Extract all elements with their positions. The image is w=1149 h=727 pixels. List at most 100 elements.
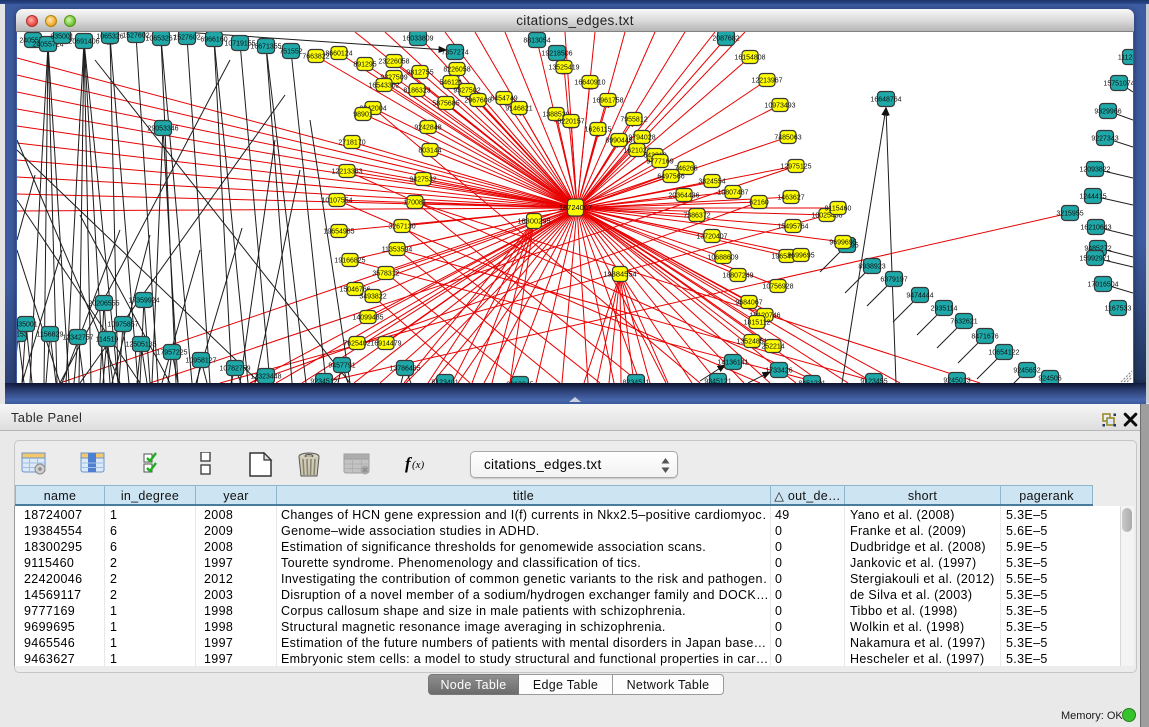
svg-text:9699695: 9699695: [829, 239, 856, 246]
svg-text:6497566: 6497566: [657, 173, 684, 180]
svg-text:10654122: 10654122: [988, 349, 1019, 356]
svg-text:8186323: 8186323: [403, 87, 430, 94]
svg-text:9227343: 9227343: [1091, 135, 1118, 142]
svg-text:9457791: 9457791: [328, 362, 355, 369]
svg-text:3267130: 3267130: [388, 223, 415, 230]
svg-text:18807249: 18807249: [722, 272, 753, 279]
svg-text:13720407: 13720407: [696, 233, 727, 240]
svg-text:2087682: 2087682: [712, 35, 739, 42]
svg-text:16648764: 16648764: [870, 96, 901, 103]
svg-text:9329966: 9329966: [1094, 108, 1121, 115]
svg-text:3824554: 3824554: [698, 178, 725, 185]
svg-text:10958127: 10958127: [185, 357, 216, 364]
svg-text:1244415: 1244415: [1079, 193, 1106, 200]
svg-text:9345121: 9345121: [704, 378, 731, 383]
svg-text:1815112: 1815112: [744, 319, 771, 326]
svg-text:8123401: 8123401: [431, 379, 458, 383]
svg-text:7955812: 7955812: [620, 116, 647, 123]
svg-text:1065326: 1065326: [96, 33, 123, 40]
svg-text:19654985: 19654985: [323, 228, 354, 235]
svg-text:1733426: 1733426: [765, 367, 792, 374]
svg-text:17016504: 17016504: [1087, 281, 1118, 288]
svg-text:15495764: 15495764: [777, 223, 808, 230]
svg-text:114519: 114519: [96, 336, 119, 343]
svg-text:12505135: 12505135: [125, 341, 156, 348]
svg-text:9245652: 9245652: [1013, 367, 1040, 374]
svg-text:19166825: 19166825: [334, 257, 365, 264]
svg-text:9115460: 9115460: [825, 205, 852, 212]
svg-text:16914479: 16914479: [370, 340, 401, 347]
svg-text:19384554: 19384554: [603, 269, 636, 278]
svg-text:7485063: 7485063: [774, 134, 801, 141]
svg-text:12323448: 12323448: [250, 373, 281, 380]
svg-text:20691406: 20691406: [68, 38, 99, 45]
svg-text:16671355: 16671355: [250, 43, 281, 50]
svg-text:8234511: 8234511: [623, 379, 650, 383]
svg-text:17957225: 17957225: [156, 349, 187, 356]
svg-text:7386372: 7386372: [683, 212, 710, 219]
svg-text:10975857: 10975857: [107, 321, 138, 328]
svg-text:10807487: 10807487: [717, 189, 748, 196]
svg-text:98901: 98901: [353, 111, 373, 118]
svg-text:15992971: 15992971: [1079, 255, 1110, 262]
svg-text:2935114: 2935114: [931, 305, 958, 312]
svg-text:2718170: 2718170: [338, 139, 365, 146]
svg-text:3578312: 3578312: [372, 270, 399, 277]
svg-text:10973493: 10973493: [764, 102, 795, 109]
svg-text:8220157: 8220157: [557, 118, 584, 125]
svg-text:3493822: 3493822: [359, 293, 386, 300]
svg-text:9245013: 9245013: [943, 377, 970, 383]
svg-text:1112841: 1112841: [1118, 54, 1133, 61]
svg-text:18724007: 18724007: [559, 203, 592, 212]
svg-text:16033809: 16033809: [402, 35, 433, 42]
svg-text:9794028: 9794028: [628, 134, 655, 141]
svg-text:12093822: 12093822: [1079, 166, 1110, 173]
svg-text:8938923: 8938923: [858, 263, 885, 270]
svg-text:12213383: 12213383: [331, 168, 362, 175]
svg-text:11353594: 11353594: [382, 246, 413, 253]
svg-text:18300295: 18300295: [517, 216, 550, 225]
svg-text:9242848: 9242848: [414, 124, 441, 131]
svg-text:9699695: 9699695: [787, 252, 814, 259]
svg-text:29053346: 29053346: [147, 125, 178, 132]
svg-text:1156829: 1156829: [37, 331, 64, 338]
svg-text:10756928: 10756928: [762, 283, 793, 290]
svg-text:39153: 39153: [17, 331, 28, 338]
svg-text:9123455: 9123455: [860, 378, 887, 383]
svg-text:5875685: 5875685: [432, 100, 459, 107]
svg-text:14099485: 14099485: [352, 314, 383, 321]
svg-text:8451231: 8451231: [798, 380, 825, 383]
svg-text:14136141: 14136141: [717, 359, 748, 366]
svg-text:20206555: 20206555: [88, 300, 119, 307]
svg-text:891295: 891295: [353, 61, 376, 68]
svg-text:803144: 803144: [418, 147, 441, 154]
svg-text:9812755: 9812755: [406, 69, 433, 76]
svg-text:8471676: 8471676: [971, 333, 998, 340]
svg-text:8813054: 8813054: [523, 37, 550, 44]
svg-text:252214: 252214: [761, 343, 784, 350]
svg-text:15751074: 15751074: [1103, 80, 1133, 87]
svg-text:10688609: 10688609: [707, 254, 738, 261]
svg-text:9234512: 9234512: [310, 378, 337, 383]
svg-text:16210643: 16210643: [1080, 224, 1111, 231]
svg-text:16640910: 16640910: [574, 79, 605, 86]
svg-text:16154808: 16154808: [734, 54, 765, 61]
svg-text:20364436: 20364436: [668, 192, 699, 199]
svg-text:13525419: 13525419: [548, 64, 579, 71]
svg-text:(x): (x): [412, 459, 425, 471]
svg-text:23226058: 23226058: [378, 58, 409, 65]
svg-text:9684067: 9684067: [735, 299, 762, 306]
svg-text:7357274: 7357274: [441, 49, 468, 56]
svg-text:10107554: 10107554: [321, 197, 352, 204]
svg-text:62160: 62160: [749, 199, 769, 206]
svg-text:7625402: 7625402: [343, 340, 370, 347]
svg-text:9427532: 9427532: [409, 176, 436, 183]
svg-text:13786485: 13786485: [389, 365, 420, 372]
svg-text:924506: 924506: [1038, 375, 1061, 382]
svg-text:16961758: 16961758: [592, 97, 623, 104]
svg-text:12342757: 12342757: [62, 334, 93, 341]
svg-text:3215955: 3215955: [1056, 210, 1083, 217]
svg-text:9474444: 9474444: [906, 292, 933, 299]
svg-text:16543362: 16543362: [368, 82, 399, 89]
svg-text:17359924: 17359924: [128, 297, 159, 304]
